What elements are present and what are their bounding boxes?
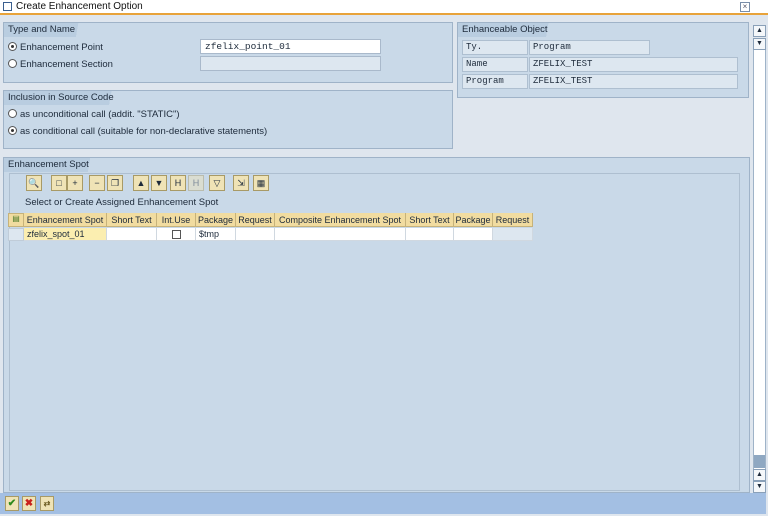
group-title: Type and Name	[4, 23, 90, 37]
delete-row-icon[interactable]: −	[89, 175, 105, 191]
column-header[interactable]: Enhancement Spot	[24, 213, 107, 227]
grid-title: Select or Create Assigned Enhancement Sp…	[25, 197, 219, 208]
row-selector[interactable]	[8, 228, 24, 241]
inclusion-group: Inclusion in Source Code as unconditiona…	[3, 90, 453, 149]
radio-label: Enhancement Point	[20, 42, 103, 53]
create-icon[interactable]: □	[51, 175, 67, 191]
enhancement-section-input[interactable]	[200, 56, 381, 71]
window-icon	[3, 2, 12, 11]
scroll-up-icon[interactable]: ▲	[753, 25, 766, 37]
cell-request2[interactable]	[493, 228, 533, 241]
program-value: ZFELIX_TEST	[529, 74, 738, 89]
continue-icon[interactable]: ✔	[5, 496, 19, 511]
group-title: Enhanceable Object	[458, 23, 562, 37]
scrollbar-thumb[interactable]	[754, 455, 765, 468]
column-header[interactable]: Short Text	[107, 213, 157, 227]
title-bar: Create Enhancement Option	[0, 0, 768, 15]
sort-ascending-icon[interactable]: ▲	[133, 175, 149, 191]
cell-short-text2[interactable]	[406, 228, 454, 241]
transport-icon[interactable]: ⇄	[40, 496, 54, 511]
name-label: Name	[462, 57, 528, 72]
conditional-call-radio[interactable]: as conditional call (suitable for non-de…	[8, 126, 267, 137]
filter-icon[interactable]: ▽	[209, 175, 225, 191]
column-header[interactable]: Int.Use	[157, 213, 196, 227]
footer-toolbar	[0, 493, 766, 514]
radio-icon	[8, 59, 17, 68]
cell-package2[interactable]	[454, 228, 493, 241]
enhancement-section-radio[interactable]: Enhancement Section	[8, 59, 113, 70]
enhancement-point-radio[interactable]: Enhancement Point	[8, 42, 103, 53]
cell-int-use[interactable]	[157, 228, 196, 241]
copy-icon[interactable]: ❐	[107, 175, 123, 191]
column-header[interactable]: Package	[196, 213, 236, 227]
type-label: Ty.	[462, 40, 528, 55]
close-icon[interactable]: ×	[740, 2, 750, 12]
radio-label: Enhancement Section	[20, 59, 113, 70]
column-header[interactable]: Request	[493, 213, 533, 227]
column-header[interactable]: Short Text	[406, 213, 454, 227]
window-title: Create Enhancement Option	[16, 1, 143, 12]
insert-row-icon[interactable]: +	[67, 175, 83, 191]
enhancement-point-input[interactable]: zfelix_point_01	[200, 39, 381, 54]
cell-package[interactable]: $tmp	[196, 228, 236, 241]
enhanceable-object-group: Enhanceable Object Ty. Program Name ZFEL…	[457, 22, 749, 98]
group-title: Enhancement Spot	[4, 158, 103, 172]
cell-composite[interactable]	[275, 228, 406, 241]
unconditional-call-radio[interactable]: as unconditional call (addit. "STATIC")	[8, 109, 180, 120]
type-and-name-group: Type and Name Enhancement Point Enhancem…	[3, 22, 453, 83]
sort-descending-icon[interactable]: ▼	[151, 175, 167, 191]
int-use-checkbox[interactable]	[171, 230, 181, 239]
radio-selected-icon	[8, 42, 17, 51]
layout-icon[interactable]: ▦	[253, 175, 269, 191]
cell-enh-spot[interactable]: zfelix_spot_01	[24, 228, 107, 241]
cell-request[interactable]	[236, 228, 275, 241]
cell-short-text[interactable]	[107, 228, 157, 241]
type-value: Program	[529, 40, 650, 55]
radio-icon	[8, 109, 17, 118]
column-header[interactable]: Request	[236, 213, 275, 227]
cancel-icon[interactable]: ✖	[22, 496, 36, 511]
name-value: ZFELIX_TEST	[529, 57, 738, 72]
group-title: Inclusion in Source Code	[4, 91, 128, 105]
radio-label: as unconditional call (addit. "STATIC")	[20, 109, 180, 120]
radio-label: as conditional call (suitable for non-de…	[20, 126, 268, 137]
program-label: Program	[462, 74, 528, 89]
column-header[interactable]: Composite Enhancement Spot	[275, 213, 406, 227]
find-next-icon[interactable]: H	[188, 175, 204, 191]
details-icon[interactable]: 🔍	[26, 175, 42, 191]
scroll-down-icon[interactable]: ▼	[753, 481, 766, 493]
export-icon[interactable]: ⇲	[233, 175, 249, 191]
scroll-down-icon[interactable]: ▼	[753, 38, 766, 50]
radio-selected-icon	[8, 126, 17, 135]
vertical-scrollbar[interactable]	[753, 40, 766, 483]
column-header[interactable]: Package	[454, 213, 493, 227]
scroll-up-icon[interactable]: ▲	[753, 469, 766, 481]
find-icon[interactable]: H	[170, 175, 186, 191]
select-all-icon[interactable]: ▤	[8, 213, 24, 227]
